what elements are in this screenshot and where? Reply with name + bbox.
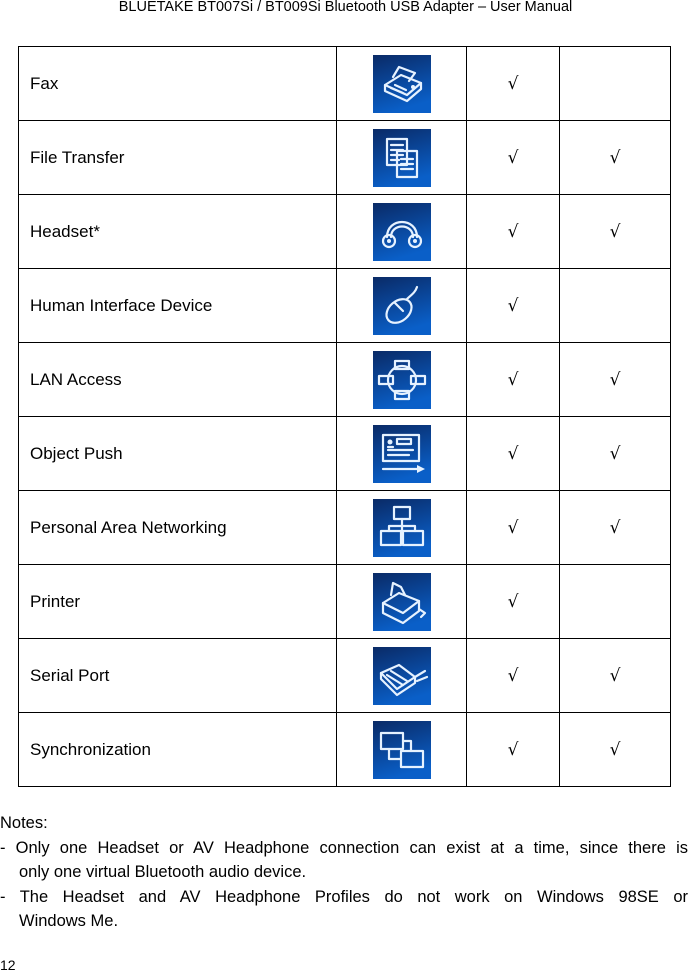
note-2-line-2: Windows Me. bbox=[19, 912, 119, 930]
table-row: Serial Port √ √ bbox=[18, 638, 671, 713]
support-check-1: √ bbox=[466, 564, 560, 639]
note-2-line-1: - The Headset and AV Headphone Profiles … bbox=[0, 887, 688, 906]
profile-icon-cell bbox=[336, 268, 467, 343]
support-check-2 bbox=[559, 268, 671, 343]
support-check-1: √ bbox=[466, 194, 560, 269]
support-check-2: √ bbox=[559, 120, 671, 195]
profile-icon-cell bbox=[336, 120, 467, 195]
table-row: Object Push √ √ bbox=[18, 416, 671, 491]
profile-icon-cell bbox=[336, 342, 467, 417]
table-row: Synchronization √ √ bbox=[18, 712, 671, 787]
lan-access-icon bbox=[372, 350, 431, 409]
mouse-icon bbox=[372, 276, 431, 335]
support-check-1: √ bbox=[466, 490, 560, 565]
table-row: Fax √ bbox=[18, 46, 671, 121]
object-push-icon bbox=[372, 424, 431, 483]
support-check-1: √ bbox=[466, 638, 560, 713]
table-row: Printer √ bbox=[18, 564, 671, 639]
sync-icon bbox=[372, 720, 431, 779]
table-row: Personal Area Networking √ √ bbox=[18, 490, 671, 565]
profile-name: Fax bbox=[18, 46, 337, 121]
support-check-1: √ bbox=[466, 268, 560, 343]
profile-name: Object Push bbox=[18, 416, 337, 491]
profile-icon-cell bbox=[336, 638, 467, 713]
support-check-1: √ bbox=[466, 712, 560, 787]
profile-name: Human Interface Device bbox=[18, 268, 337, 343]
support-check-1: √ bbox=[466, 342, 560, 417]
profile-icon-cell bbox=[336, 416, 467, 491]
support-check-2 bbox=[559, 46, 671, 121]
printer-icon bbox=[372, 572, 431, 631]
fax-icon bbox=[372, 54, 431, 113]
profile-name: Serial Port bbox=[18, 638, 337, 713]
profile-icon-cell bbox=[336, 194, 467, 269]
support-check-2: √ bbox=[559, 712, 671, 787]
support-check-2: √ bbox=[559, 490, 671, 565]
support-check-2: √ bbox=[559, 638, 671, 713]
support-check-1: √ bbox=[466, 120, 560, 195]
table-row: Headset* √ √ bbox=[18, 194, 671, 269]
note-1-line-1: - Only one Headset or AV Headphone conne… bbox=[0, 838, 688, 857]
table-row: Human Interface Device √ bbox=[18, 268, 671, 343]
headset-icon bbox=[372, 202, 431, 261]
file-transfer-icon bbox=[372, 128, 431, 187]
network-icon bbox=[372, 498, 431, 557]
support-check-1: √ bbox=[466, 416, 560, 491]
profile-icon-cell bbox=[336, 46, 467, 121]
support-check-2 bbox=[559, 564, 671, 639]
support-check-1: √ bbox=[466, 46, 560, 121]
support-check-2: √ bbox=[559, 416, 671, 491]
notes-section: Notes: - Only one Headset or AV Headphon… bbox=[0, 811, 688, 934]
note-1-line-2: only one virtual Bluetooth audio device. bbox=[19, 863, 307, 881]
notes-heading: Notes: bbox=[0, 814, 48, 832]
support-check-2: √ bbox=[559, 342, 671, 417]
page-header: BLUETAKE BT007Si / BT009Si Bluetooth USB… bbox=[118, 0, 573, 15]
profiles-table: Fax √ File Transfer √ √ Headset* √ √ Hum… bbox=[18, 46, 671, 787]
profile-name: Printer bbox=[18, 564, 337, 639]
profile-icon-cell bbox=[336, 490, 467, 565]
support-check-2: √ bbox=[559, 194, 671, 269]
profile-name: Headset* bbox=[18, 194, 337, 269]
profile-icon-cell bbox=[336, 712, 467, 787]
table-row: LAN Access √ √ bbox=[18, 342, 671, 417]
profile-name: Personal Area Networking bbox=[18, 490, 337, 565]
page-number: 12 bbox=[0, 957, 16, 973]
profile-name: LAN Access bbox=[18, 342, 337, 417]
profile-name: File Transfer bbox=[18, 120, 337, 195]
profile-icon-cell bbox=[336, 564, 467, 639]
serial-port-icon bbox=[372, 646, 431, 705]
profile-name: Synchronization bbox=[18, 712, 337, 787]
table-row: File Transfer √ √ bbox=[18, 120, 671, 195]
